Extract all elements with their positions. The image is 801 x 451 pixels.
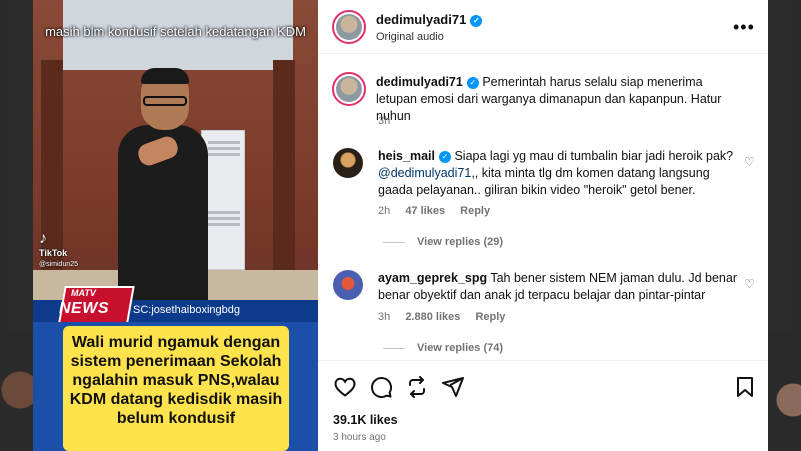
caption-author[interactable]: dedimulyadi71 [376,75,463,89]
verified-icon: ✓ [438,151,451,163]
comment-meta: 2h 47 likes Reply [378,205,490,217]
comment: heis_mail ✓ Siapa lagi yg mau di tumbalin… [378,148,738,199]
heart-icon[interactable] [333,375,357,399]
caption-time: 3h [378,115,391,127]
comment: ayam_geprek_spg Tah bener sistem NEM jam… [378,270,738,304]
news-logo-top: MATV [71,288,96,298]
video-overlay-text: masih blm kondusif setelah kedatangan KD… [45,24,306,39]
header-divider [318,53,768,54]
video-pillar [273,60,295,300]
comment-author[interactable]: ayam_geprek_spg [378,271,487,285]
post-author-name[interactable]: dedimulyadi71 [376,12,466,27]
like-comment-icon[interactable]: ♡ [744,155,755,169]
author-avatar[interactable] [332,10,366,44]
post-likes[interactable]: 39.1K likes [333,413,398,427]
view-replies-label[interactable]: View replies (74) [417,342,503,354]
view-replies-button[interactable]: View replies (74) [383,342,503,354]
comment-likes[interactable]: 2.880 likes [405,311,460,323]
more-options-icon[interactable]: ••• [733,17,755,38]
caption: dedimulyadi71 ✓ Pemerintah harus selalu s… [376,74,746,125]
news-logo-main: NEWS [59,300,109,317]
comment-icon[interactable] [369,375,393,399]
news-source: SC:josethaiboxingbdg [133,304,241,316]
bookmark-icon[interactable] [733,375,757,399]
comment-time: 3h [378,311,391,323]
tiktok-watermark: ♪ TikTok @simidun25 [39,230,78,268]
comment-likes[interactable]: 47 likes [405,205,445,217]
actions-divider [318,360,768,361]
verified-icon: ✓ [470,15,483,27]
tiktok-icon: ♪ [39,230,47,247]
comment-text: Siapa lagi yg mau di tumbalin biar jadi … [454,149,734,163]
post-author[interactable]: dedimulyadi71 ✓ [376,12,483,27]
tiktok-username: @simidun25 [39,261,79,268]
like-comment-icon[interactable]: ♡ [744,277,755,291]
view-replies-button[interactable]: View replies (29) [383,236,503,248]
post-time: 3 hours ago [333,432,386,443]
share-icon[interactable] [441,375,465,399]
comment-mention[interactable]: @dedimulyadi71 [378,166,471,180]
reply-button[interactable]: Reply [475,311,505,323]
comment-meta: 3h 2.880 likes Reply [378,311,505,323]
tiktok-label: TikTok [39,248,68,258]
background-person-right [768,330,801,451]
repost-icon[interactable] [405,375,429,399]
news-headline: Wali murid ngamuk dengan sistem penerima… [69,334,283,427]
caption-avatar[interactable] [332,72,366,106]
comment-author[interactable]: heis_mail [378,149,435,163]
video-player[interactable]: masih blm kondusif setelah kedatangan KD… [33,0,318,451]
comment-time: 2h [378,205,391,217]
comment-avatar[interactable] [333,148,363,178]
verified-icon: ✓ [466,77,479,89]
reply-button[interactable]: Reply [460,205,490,217]
person-glasses [143,96,187,106]
view-replies-label[interactable]: View replies (29) [417,236,503,248]
comment-avatar[interactable] [333,270,363,300]
person-hair [141,68,189,84]
audio-label[interactable]: Original audio [376,31,444,43]
